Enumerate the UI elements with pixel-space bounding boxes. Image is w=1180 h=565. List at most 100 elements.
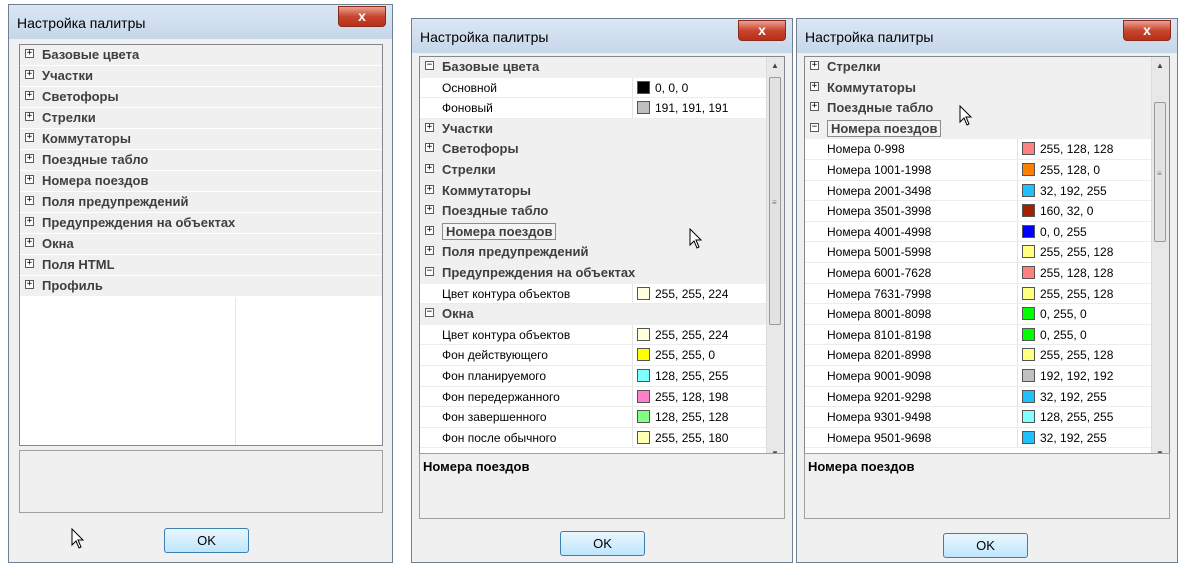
category-row[interactable]: + Стрелки xyxy=(20,108,382,128)
expand-icon[interactable]: + xyxy=(25,175,34,184)
property-value-cell[interactable]: 255, 128, 128 xyxy=(1017,139,1152,160)
expand-icon[interactable]: + xyxy=(25,238,34,247)
property-row[interactable]: Фон после обычного 255, 255, 180 xyxy=(420,427,767,449)
expand-icon[interactable]: + xyxy=(25,70,34,79)
property-value-cell[interactable]: 255, 255, 0 xyxy=(632,345,767,366)
category-row[interactable]: + Номера поездов xyxy=(20,171,382,191)
scroll-up-icon[interactable]: ▲ xyxy=(1156,61,1164,70)
property-value-cell[interactable]: 128, 255, 128 xyxy=(632,407,767,428)
expand-icon[interactable]: + xyxy=(425,225,434,235)
property-value-cell[interactable]: 255, 255, 128 xyxy=(1017,283,1152,304)
property-value-cell[interactable]: 128, 255, 255 xyxy=(1017,407,1152,428)
expand-icon[interactable]: + xyxy=(810,61,819,70)
vertical-scrollbar[interactable]: ▲ ≡ ▼ xyxy=(766,57,784,462)
property-row[interactable]: Номера 2001-3498 32, 192, 255 xyxy=(805,180,1152,202)
expand-icon[interactable]: + xyxy=(810,81,819,91)
property-value-cell[interactable]: 255, 128, 128 xyxy=(1017,263,1152,283)
category-row[interactable]: + Поля HTML xyxy=(20,255,382,275)
category-row[interactable]: + Окна xyxy=(20,234,382,254)
property-row[interactable]: Номера 7631-7998 255, 255, 128 xyxy=(805,283,1152,305)
category-row[interactable]: + Коммутаторы xyxy=(20,129,382,149)
category-row[interactable]: + Стрелки xyxy=(420,160,767,181)
category-row[interactable]: − Предупреждения на объектах xyxy=(420,263,767,284)
category-row[interactable]: + Поездные табло xyxy=(420,201,767,222)
category-row[interactable]: + Участки xyxy=(20,66,382,86)
property-row[interactable]: Фон планируемого 128, 255, 255 xyxy=(420,366,767,387)
collapse-icon[interactable]: − xyxy=(425,61,434,70)
property-value-cell[interactable]: 255, 255, 180 xyxy=(632,427,767,448)
expand-icon[interactable]: + xyxy=(25,91,34,100)
expand-icon[interactable]: + xyxy=(425,143,434,153)
category-row[interactable]: + Поля предупреждений xyxy=(420,242,767,263)
category-row[interactable]: + Поездные табло xyxy=(805,98,1152,119)
category-row[interactable]: + Профиль xyxy=(20,276,382,296)
expand-icon[interactable]: + xyxy=(25,49,34,58)
property-grid[interactable]: + Стрелки + Коммутаторы + Поездные табло − Номе… xyxy=(804,56,1170,463)
property-row[interactable]: Номера 5001-5998 255, 255, 128 xyxy=(805,242,1152,263)
property-row[interactable]: Номера 9201-9298 32, 192, 255 xyxy=(805,386,1152,408)
close-button[interactable]: x xyxy=(1123,20,1171,41)
property-value-cell[interactable]: 255, 255, 224 xyxy=(632,324,767,345)
category-row[interactable]: + Светофоры xyxy=(20,87,382,107)
expand-icon[interactable]: + xyxy=(425,184,434,194)
category-row[interactable]: − Базовые цвета xyxy=(420,57,767,78)
property-value-cell[interactable]: 32, 192, 255 xyxy=(1017,386,1152,407)
property-value-cell[interactable]: 192, 192, 192 xyxy=(1017,366,1152,386)
category-row[interactable]: + Предупреждения на объектах xyxy=(20,213,382,233)
property-value-cell[interactable]: 0, 255, 0 xyxy=(1017,304,1152,325)
property-row[interactable]: Фон действующего 255, 255, 0 xyxy=(420,345,767,366)
property-value-cell[interactable]: 160, 32, 0 xyxy=(1017,201,1152,222)
expand-icon[interactable]: + xyxy=(25,154,34,163)
category-row[interactable]: + Стрелки xyxy=(805,57,1152,78)
expand-icon[interactable]: + xyxy=(25,280,34,289)
property-row[interactable]: Основной 0, 0, 0 xyxy=(420,77,767,99)
property-row[interactable]: Номера 0-998 255, 128, 128 xyxy=(805,139,1152,160)
collapse-icon[interactable]: − xyxy=(425,308,434,318)
expand-icon[interactable]: + xyxy=(425,205,434,215)
property-row[interactable]: Номера 8001-8098 0, 255, 0 xyxy=(805,304,1152,325)
property-value-cell[interactable]: 255, 255, 224 xyxy=(632,283,767,304)
ok-button[interactable]: OK xyxy=(943,533,1028,558)
property-value-cell[interactable]: 255, 255, 128 xyxy=(1017,242,1152,263)
property-value-cell[interactable]: 255, 128, 198 xyxy=(632,386,767,407)
property-value-cell[interactable]: 255, 128, 0 xyxy=(1017,160,1152,180)
property-row[interactable]: Номера 4001-4998 0, 0, 255 xyxy=(805,221,1152,243)
collapse-icon[interactable]: − xyxy=(810,122,819,132)
property-row[interactable]: Номера 3501-3998 160, 32, 0 xyxy=(805,201,1152,222)
ok-button[interactable]: OK xyxy=(560,531,645,556)
scroll-up-icon[interactable]: ▲ xyxy=(771,61,779,70)
category-row[interactable]: + Поездные табло xyxy=(20,150,382,170)
property-value-cell[interactable]: 0, 0, 0 xyxy=(632,77,767,98)
category-row[interactable]: − Номера поездов xyxy=(805,118,1152,140)
property-row[interactable]: Номера 6001-7628 255, 128, 128 xyxy=(805,263,1152,284)
category-row[interactable]: + Светофоры xyxy=(420,139,767,160)
expand-icon[interactable]: + xyxy=(25,259,34,268)
property-row[interactable]: Номера 9501-9698 32, 192, 255 xyxy=(805,427,1152,449)
property-value-cell[interactable]: 255, 255, 128 xyxy=(1017,345,1152,366)
expand-icon[interactable]: + xyxy=(25,112,34,121)
property-value-cell[interactable]: 128, 255, 255 xyxy=(632,366,767,386)
property-row[interactable]: Номера 9301-9498 128, 255, 255 xyxy=(805,407,1152,428)
property-row[interactable]: Фон завершенного 128, 255, 128 xyxy=(420,407,767,428)
category-row[interactable]: + Коммутаторы xyxy=(420,180,767,202)
category-row[interactable]: + Базовые цвета xyxy=(20,45,382,65)
category-row[interactable]: + Участки xyxy=(420,118,767,140)
close-button[interactable]: x xyxy=(338,6,386,27)
property-value-cell[interactable]: 0, 255, 0 xyxy=(1017,324,1152,345)
expand-icon[interactable]: + xyxy=(425,246,434,256)
property-row[interactable]: Номера 1001-1998 255, 128, 0 xyxy=(805,160,1152,181)
scroll-thumb[interactable]: ≡ xyxy=(1154,102,1166,242)
property-row[interactable]: Цвет контура объектов 255, 255, 224 xyxy=(420,283,767,305)
expand-icon[interactable]: + xyxy=(25,196,34,205)
scroll-thumb[interactable]: ≡ xyxy=(769,77,781,325)
expand-icon[interactable]: + xyxy=(25,133,34,142)
property-row[interactable]: Фон передержанного 255, 128, 198 xyxy=(420,386,767,408)
property-value-cell[interactable]: 0, 0, 255 xyxy=(1017,221,1152,242)
property-row[interactable]: Номера 8101-8198 0, 255, 0 xyxy=(805,324,1152,346)
property-row[interactable]: Номера 8201-8998 255, 255, 128 xyxy=(805,345,1152,366)
property-row[interactable]: Цвет контура объектов 255, 255, 224 xyxy=(420,324,767,346)
property-value-cell[interactable]: 32, 192, 255 xyxy=(1017,180,1152,201)
vertical-scrollbar[interactable]: ▲ ≡ ▼ xyxy=(1151,57,1169,462)
ok-button[interactable]: OK xyxy=(164,528,249,553)
property-row[interactable]: Номера 9001-9098 192, 192, 192 xyxy=(805,366,1152,387)
